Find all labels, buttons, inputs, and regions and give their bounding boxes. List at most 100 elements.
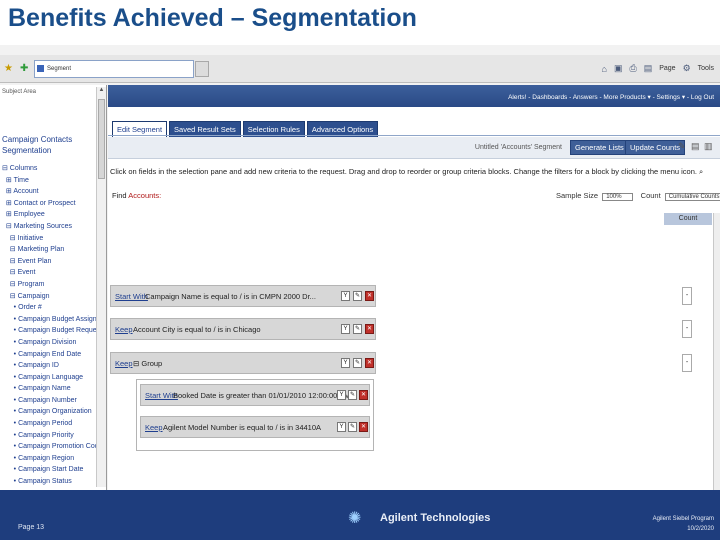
tree-item[interactable]: • Campaign Organization — [2, 406, 106, 418]
tree-item[interactable]: • Campaign Region — [2, 453, 106, 465]
browser-tab-address[interactable]: Segment — [34, 60, 194, 78]
edit-icon[interactable]: ✎ — [353, 358, 362, 368]
criteria-text: Campaign Name is equal to / is in CMPN 2… — [145, 292, 316, 301]
delete-icon[interactable]: ✕ — [359, 422, 368, 432]
scroll-up-icon[interactable]: ▲ — [97, 87, 106, 97]
tree-item[interactable]: • Campaign Status — [2, 476, 106, 488]
tree-item[interactable]: ⊟ Campaign — [2, 291, 106, 303]
criteria-block[interactable]: Start With Booked Date is greater than 0… — [140, 384, 370, 406]
tab-divider — [108, 135, 720, 136]
criteria-keyword[interactable]: Keep — [115, 325, 133, 334]
edit-icon[interactable]: ✎ — [353, 324, 362, 334]
segment-action-bar: Untitled 'Accounts' Segment Generate Lis… — [108, 137, 720, 159]
browser-command-bar: ⌂ ▣ ⎙ ▤ Page ⚙ Tools — [602, 63, 714, 74]
update-counts-button[interactable]: Update Counts — [625, 140, 686, 155]
subject-area-name-line2: Segmentation — [2, 146, 52, 155]
tools-menu-label[interactable]: Tools — [698, 65, 714, 72]
criteria-keyword[interactable]: Start With — [115, 292, 148, 301]
delete-icon[interactable]: ✕ — [365, 324, 374, 334]
tree-item[interactable]: • Campaign Start Date — [2, 464, 106, 476]
criteria-block[interactable]: Start With Campaign Name is equal to / i… — [110, 285, 376, 307]
filter-menu-icon[interactable]: Y — [337, 422, 346, 432]
top-navigation: Alerts! - Dashboards - Answers - More Pr… — [108, 85, 720, 107]
delete-icon[interactable]: ✕ — [359, 390, 368, 400]
application-screenshot: ★ ✚ Segment ⌂ ▣ ⎙ ▤ Page ⚙ Tools Subject… — [0, 45, 720, 490]
criteria-count: - — [682, 354, 692, 372]
find-target: Accounts: — [128, 191, 162, 200]
home-icon[interactable]: ⌂ — [602, 64, 607, 74]
new-tab-button[interactable] — [195, 61, 209, 77]
tree-item[interactable]: • Campaign Period — [2, 418, 106, 430]
help-icon[interactable]: ▥ — [704, 141, 713, 152]
tree-item[interactable]: • Campaign End Date — [2, 349, 106, 361]
tools-menu-icon[interactable]: ⚙ — [683, 63, 691, 74]
edit-icon[interactable]: ✎ — [348, 390, 357, 400]
filter-menu-icon[interactable]: Y — [337, 390, 346, 400]
criteria-count: - — [682, 320, 692, 338]
tree-item[interactable]: ⊞ Contact or Prospect — [2, 198, 106, 210]
page-menu-icon[interactable]: ▤ — [644, 63, 653, 74]
criteria-count: - — [682, 287, 692, 305]
tree-item[interactable]: • Campaign Language — [2, 372, 106, 384]
tree-item[interactable]: • Campaign ID — [2, 360, 106, 372]
tree-item[interactable]: ⊟ Program — [2, 279, 106, 291]
tree-item[interactable]: • Campaign Budget Assigned — [2, 314, 106, 326]
tree-item[interactable]: ⊞ Account — [2, 186, 106, 198]
tree-item[interactable]: • Campaign Promotion Code — [2, 441, 106, 453]
browser-menubar — [0, 45, 720, 55]
criteria-group-header[interactable]: Keep ⊟ Group Y ✎ ✕ — [110, 352, 376, 374]
print-segment-icon[interactable]: ▤ — [691, 141, 700, 152]
favorites-star-icon[interactable]: ★ — [4, 63, 13, 74]
save-icon[interactable]: ✎ — [678, 141, 686, 152]
criteria-scrollbar[interactable] — [713, 213, 720, 490]
global-links[interactable]: Alerts! - Dashboards - Answers - More Pr… — [508, 93, 714, 101]
footer-date: 10/2/2020 — [687, 526, 714, 532]
column-tree: ⊟ Columns ⊞ Time ⊞ Account ⊞ Contact or … — [2, 163, 106, 488]
tree-item[interactable]: ⊞ Time — [2, 175, 106, 187]
filter-menu-icon[interactable]: Y — [341, 358, 350, 368]
sample-size-select[interactable]: 100% — [602, 193, 633, 201]
tree-item[interactable]: ⊟ Initiative — [2, 233, 106, 245]
filter-menu-icon[interactable]: Y — [341, 324, 350, 334]
tree-item[interactable]: • Campaign Priority — [2, 430, 106, 442]
agilent-spark-logo-icon: ✺ — [348, 510, 362, 527]
feeds-icon[interactable]: ▣ — [614, 63, 623, 74]
criteria-block[interactable]: Keep Agilent Model Number is equal to / … — [140, 416, 370, 438]
add-favorites-icon[interactable]: ✚ — [20, 63, 28, 74]
page-number: Page 13 — [18, 524, 45, 531]
tree-item[interactable]: ⊟ Event Plan — [2, 256, 106, 268]
delete-icon[interactable]: ✕ — [365, 358, 374, 368]
find-label: Find Accounts: — [112, 191, 162, 200]
edit-icon[interactable]: ✎ — [353, 291, 362, 301]
scroll-thumb[interactable] — [98, 99, 105, 179]
generate-lists-button[interactable]: Generate Lists — [570, 140, 629, 155]
menu-hint-icon: ⌕ — [698, 167, 704, 176]
tree-item[interactable]: • Campaign Name — [2, 383, 106, 395]
print-icon[interactable]: ⎙ — [630, 63, 637, 74]
program-name: Agilent Siebel Program — [652, 516, 714, 522]
instructions-text: Click on fields in the selection pane an… — [110, 167, 704, 176]
delete-icon[interactable]: ✕ — [365, 291, 374, 301]
count-type-select[interactable]: Cumulative Counts — [664, 193, 720, 201]
criteria-block[interactable]: Keep Account City is equal to / is in Ch… — [110, 318, 376, 340]
criteria-keyword[interactable]: Keep — [115, 359, 133, 368]
tree-item[interactable]: ⊟ Event — [2, 267, 106, 279]
group-label: ⊟ Group — [133, 359, 163, 368]
tree-item[interactable]: ⊟ Columns — [2, 163, 106, 175]
tree-item[interactable]: ⊟ Marketing Sources — [2, 221, 106, 233]
selection-pane-scrollbar[interactable]: ▲ — [96, 87, 106, 487]
filter-menu-icon[interactable]: Y — [341, 291, 350, 301]
address-text: Segment — [47, 66, 72, 72]
criteria-text: Account City is equal to / is in Chicago — [133, 325, 261, 334]
tree-item[interactable]: • Order # — [2, 302, 106, 314]
page-menu-label[interactable]: Page — [659, 65, 675, 72]
criteria-keyword[interactable]: Keep — [145, 423, 163, 432]
edit-icon[interactable]: ✎ — [348, 422, 357, 432]
tree-item[interactable]: • Campaign Budget Requests — [2, 325, 106, 337]
brand-name: Agilent Technologies — [380, 512, 491, 524]
tree-item[interactable]: ⊞ Employee — [2, 209, 106, 221]
tree-item[interactable]: ⊟ Marketing Plan — [2, 244, 106, 256]
tree-item[interactable]: • Campaign Number — [2, 395, 106, 407]
sample-size-controls: Sample Size 100% Count Cumulative Counts — [556, 191, 720, 201]
tree-item[interactable]: • Campaign Division — [2, 337, 106, 349]
